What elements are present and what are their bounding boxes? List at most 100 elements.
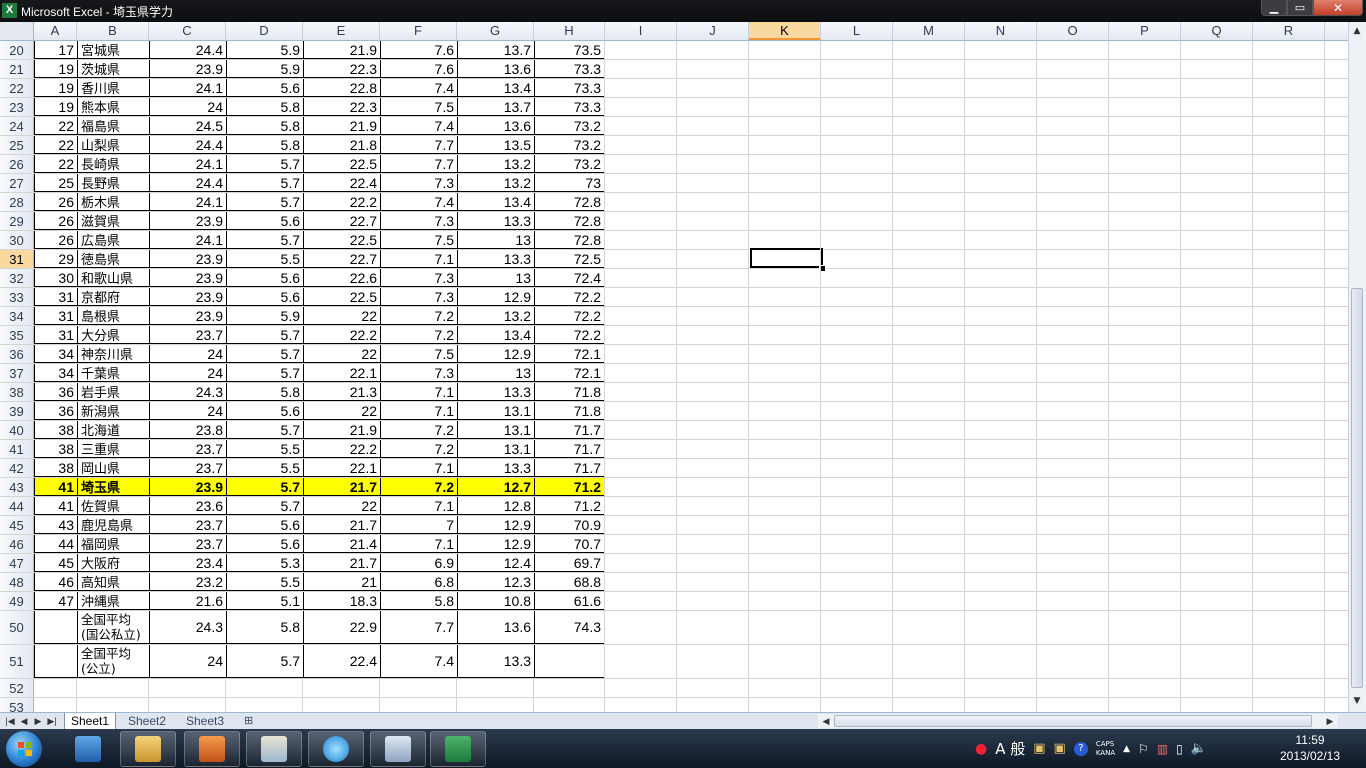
- cell-g[interactable]: 12.8: [457, 497, 534, 515]
- cell-a[interactable]: 30: [34, 269, 77, 287]
- cell-c[interactable]: 24.5: [149, 117, 226, 135]
- cell-f[interactable]: 7.2: [380, 478, 457, 496]
- cell-e[interactable]: 22: [303, 345, 380, 363]
- row-header[interactable]: 35: [0, 326, 34, 344]
- cell-a[interactable]: 22: [34, 117, 77, 135]
- cell-c[interactable]: 24: [149, 345, 226, 363]
- vertical-scrollbar[interactable]: ▲ ▼: [1348, 22, 1366, 712]
- cell-e[interactable]: [303, 698, 380, 712]
- cell-f[interactable]: 7.3: [380, 174, 457, 192]
- cell-a[interactable]: 22: [34, 155, 77, 173]
- cell-a[interactable]: 38: [34, 440, 77, 458]
- cell-e[interactable]: 22.2: [303, 193, 380, 211]
- cell-e[interactable]: 22.3: [303, 98, 380, 116]
- cell-h[interactable]: 69.7: [534, 554, 605, 572]
- cell-c[interactable]: 23.9: [149, 288, 226, 306]
- cell-f[interactable]: 7.6: [380, 41, 457, 59]
- cell-b[interactable]: 鹿児島県: [77, 516, 149, 534]
- cell-d[interactable]: 5.6: [226, 79, 303, 97]
- first-sheet-icon[interactable]: |◀: [4, 714, 16, 728]
- cell-b[interactable]: 栃木県: [77, 193, 149, 211]
- cell-g[interactable]: 12.4: [457, 554, 534, 572]
- cell-d[interactable]: 5.9: [226, 307, 303, 325]
- cell-h[interactable]: 72.2: [534, 307, 605, 325]
- cell-c[interactable]: 23.7: [149, 535, 226, 553]
- cell-c[interactable]: 24: [149, 645, 226, 678]
- cell-a[interactable]: 44: [34, 535, 77, 553]
- row-header[interactable]: 49: [0, 592, 34, 610]
- row-header[interactable]: 31: [0, 250, 34, 268]
- cell-g[interactable]: 13.3: [457, 383, 534, 401]
- cell-e[interactable]: [303, 679, 380, 697]
- row-header[interactable]: 42: [0, 459, 34, 477]
- active-cell-selection[interactable]: [750, 248, 823, 268]
- insert-sheet-icon[interactable]: ⊞: [238, 713, 259, 729]
- taskbar-ie[interactable]: [308, 731, 364, 767]
- cell-d[interactable]: [226, 698, 303, 712]
- cell-a[interactable]: 31: [34, 288, 77, 306]
- cell-b[interactable]: [77, 698, 149, 712]
- scroll-left-icon[interactable]: ◀: [820, 714, 832, 728]
- cell-b[interactable]: 全国平均 (公立): [77, 645, 149, 678]
- cell-d[interactable]: 5.6: [226, 269, 303, 287]
- cell-h[interactable]: [534, 645, 605, 678]
- cell-e[interactable]: 22.2: [303, 326, 380, 344]
- taskbar-media-player[interactable]: [60, 731, 116, 767]
- cell-c[interactable]: 23.6: [149, 497, 226, 515]
- row-header[interactable]: 25: [0, 136, 34, 154]
- taskbar-photo[interactable]: [246, 731, 302, 767]
- cell-a[interactable]: 45: [34, 554, 77, 572]
- cell-d[interactable]: 5.7: [226, 421, 303, 439]
- cell-b[interactable]: 徳島県: [77, 250, 149, 268]
- column-header-a[interactable]: A: [34, 22, 77, 40]
- cell-b[interactable]: 埼玉県: [77, 478, 149, 496]
- column-header-f[interactable]: F: [380, 22, 457, 40]
- column-header-m[interactable]: M: [893, 22, 965, 40]
- cell-a[interactable]: 22: [34, 136, 77, 154]
- cell-e[interactable]: 18.3: [303, 592, 380, 610]
- cell-e[interactable]: 22.7: [303, 212, 380, 230]
- cell-c[interactable]: 24.1: [149, 155, 226, 173]
- cell-c[interactable]: 24.1: [149, 231, 226, 249]
- cell-d[interactable]: 5.6: [226, 516, 303, 534]
- cell-a[interactable]: 47: [34, 592, 77, 610]
- cell-a[interactable]: 41: [34, 478, 77, 496]
- cell-a[interactable]: 26: [34, 212, 77, 230]
- cell-g[interactable]: 13.3: [457, 212, 534, 230]
- cell-c[interactable]: 23.9: [149, 307, 226, 325]
- worksheet[interactable]: ABCDEFGHIJKLMNOPQR 20 17 宮城県 24.4 5.9 21.9 7.6…: [0, 22, 1348, 712]
- cell-g[interactable]: 13.5: [457, 136, 534, 154]
- ime-dictionary-icon[interactable]: ▣: [1033, 741, 1045, 756]
- column-header-c[interactable]: C: [149, 22, 226, 40]
- row-header[interactable]: 43: [0, 478, 34, 496]
- column-header-q[interactable]: Q: [1181, 22, 1253, 40]
- cell-g[interactable]: [457, 698, 534, 712]
- cell-e[interactable]: 22.3: [303, 60, 380, 78]
- cell-f[interactable]: 7.2: [380, 421, 457, 439]
- cell-d[interactable]: 5.7: [226, 645, 303, 678]
- column-header-b[interactable]: B: [77, 22, 149, 40]
- column-header-p[interactable]: P: [1109, 22, 1181, 40]
- cell-a[interactable]: 19: [34, 98, 77, 116]
- row-header[interactable]: 38: [0, 383, 34, 401]
- cell-a[interactable]: 25: [34, 174, 77, 192]
- cell-f[interactable]: 7.5: [380, 98, 457, 116]
- cell-a[interactable]: 38: [34, 459, 77, 477]
- cell-c[interactable]: 24.1: [149, 79, 226, 97]
- cell-e[interactable]: 21.8: [303, 136, 380, 154]
- cell-d[interactable]: 5.5: [226, 250, 303, 268]
- cell-f[interactable]: 7.4: [380, 117, 457, 135]
- cell-h[interactable]: 72.2: [534, 288, 605, 306]
- system-clock[interactable]: 11:59 2013/02/13: [1270, 732, 1350, 764]
- column-header-k[interactable]: K: [749, 22, 821, 40]
- cell-e[interactable]: 22.5: [303, 288, 380, 306]
- cell-c[interactable]: 24.4: [149, 136, 226, 154]
- column-header-l[interactable]: L: [821, 22, 893, 40]
- cell-f[interactable]: 7: [380, 516, 457, 534]
- column-header-e[interactable]: E: [303, 22, 380, 40]
- cell-a[interactable]: 41: [34, 497, 77, 515]
- cell-b[interactable]: [77, 679, 149, 697]
- cell-g[interactable]: 13.2: [457, 174, 534, 192]
- cell-b[interactable]: 茨城県: [77, 60, 149, 78]
- cell-g[interactable]: 13.7: [457, 41, 534, 59]
